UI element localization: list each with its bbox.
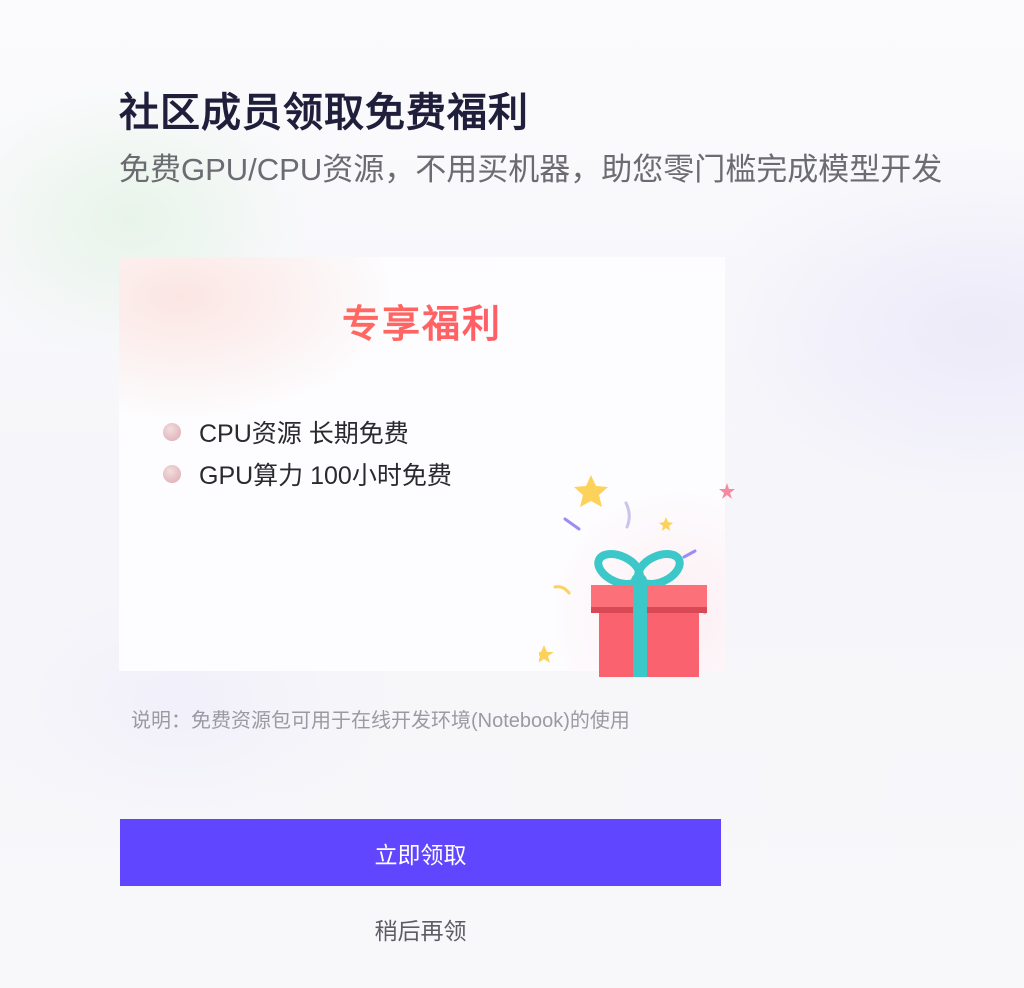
card-title: 专享福利 <box>119 293 725 348</box>
star-icon <box>539 645 554 663</box>
gift-illustration-icon <box>539 475 735 677</box>
usage-note: 说明：免费资源包可用于在线开发环境(Notebook)的使用 <box>131 710 630 732</box>
bullet-icon <box>163 465 181 483</box>
claim-now-button[interactable]: 立即领取 <box>120 819 721 886</box>
benefit-label: CPU资源 长期免费 <box>199 420 409 448</box>
benefit-label: GPU算力 100小时免费 <box>199 462 452 490</box>
benefit-card: 专享福利 CPU资源 长期免费 GPU算力 100小时免费 <box>119 257 735 677</box>
page-subtitle: 免费GPU/CPU资源，不用买机器，助您零门槛完成模型开发 <box>119 152 943 187</box>
benefit-item: CPU资源 长期免费 <box>163 411 452 453</box>
star-icon <box>659 517 673 531</box>
star-icon <box>719 483 735 499</box>
page-title: 社区成员领取免费福利 <box>119 91 529 135</box>
benefit-item: GPU算力 100小时免费 <box>163 453 452 495</box>
benefit-list: CPU资源 长期免费 GPU算力 100小时免费 <box>163 411 452 495</box>
bullet-icon <box>163 423 181 441</box>
claim-later-link[interactable]: 稍后再领 <box>120 912 721 946</box>
star-icon <box>574 475 608 507</box>
